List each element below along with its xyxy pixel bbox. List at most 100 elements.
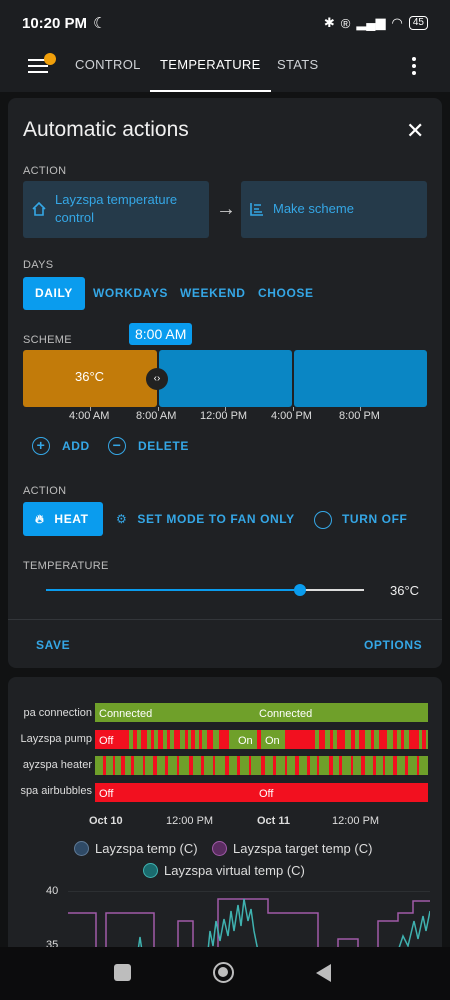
source-action-box[interactable]: Layzspa temperature control <box>23 181 209 238</box>
bluetooth-icon: ✱ <box>323 15 335 30</box>
legend-label: Layzspa target temp (C) <box>233 841 373 856</box>
delete-button[interactable]: − DELETE <box>108 437 189 455</box>
timeline-label: spa airbubbles <box>20 785 92 797</box>
timeline-text: Connected <box>99 708 152 720</box>
recents-icon[interactable] <box>114 964 131 981</box>
options-button[interactable]: OPTIONS <box>364 638 422 652</box>
state-segment <box>285 756 287 775</box>
day-workdays-button[interactable]: WORKDAYS <box>93 277 168 310</box>
state-segment <box>373 756 376 775</box>
state-segment <box>143 756 145 775</box>
target-action-box[interactable]: Make scheme <box>241 181 427 238</box>
state-segment <box>151 730 154 749</box>
state-segment <box>213 756 215 775</box>
y-tick: 40 <box>46 885 59 897</box>
scheme-block[interactable] <box>159 350 292 407</box>
state-segment <box>141 730 147 749</box>
state-segment <box>219 730 229 749</box>
slider-fill <box>46 589 301 591</box>
legend-label: Layzspa virtual temp (C) <box>164 863 305 878</box>
signal-icon: ▂▄▆ <box>356 15 386 30</box>
x-tick: Oct 10 <box>89 815 123 827</box>
state-segment <box>131 756 134 775</box>
close-icon[interactable]: ✕ <box>406 118 424 144</box>
mode-fan-label: SET MODE TO FAN ONLY <box>137 512 295 526</box>
state-segment <box>261 756 265 775</box>
state-segment <box>153 756 157 775</box>
state-segment <box>185 730 188 749</box>
mode-fan-button[interactable]: ⚙ SET MODE TO FAN ONLY <box>116 502 295 536</box>
slider-knob[interactable] <box>294 584 307 596</box>
resize-handle-icon[interactable]: ‹› <box>146 368 168 390</box>
state-segment <box>405 756 408 775</box>
days-label: DAYS <box>23 259 54 271</box>
x-tick: 12:00 PM <box>332 815 380 827</box>
android-nav-bar <box>0 947 450 1000</box>
state-segment <box>409 730 419 749</box>
legend-item[interactable]: Layzspa virtual temp (C) <box>143 863 305 878</box>
top-nav: CONTROL TEMPERATURE STATS <box>0 46 450 92</box>
minus-circle-icon: − <box>108 437 126 455</box>
scheme-block-selected[interactable]: 36°C <box>23 350 157 407</box>
legend-item[interactable]: Layzspa temp (C) <box>74 841 198 856</box>
state-segment <box>383 756 385 775</box>
day-weekend-button[interactable]: WEEKEND <box>180 277 246 310</box>
status-icons: ✱ ® ▂▄▆ ◠ 45 <box>324 15 428 31</box>
state-segment <box>393 756 397 775</box>
more-options-icon[interactable] <box>412 57 416 78</box>
state-segment <box>329 756 333 775</box>
state-segment <box>401 730 404 749</box>
add-button[interactable]: + ADD <box>32 437 90 455</box>
state-segment <box>317 756 319 775</box>
mode-off-button[interactable]: TURN OFF <box>314 502 407 536</box>
state-segment <box>351 756 353 775</box>
state-segment <box>177 756 179 775</box>
state-segment <box>339 756 342 775</box>
mode-action-label: ACTION <box>23 485 67 497</box>
state-segment <box>103 756 106 775</box>
x-tick: 12:00 PM <box>166 815 214 827</box>
day-choose-button[interactable]: CHOOSE <box>258 277 314 310</box>
action-label: ACTION <box>23 165 67 177</box>
mode-heat-button[interactable]: 🔥︎ HEAT <box>23 502 103 536</box>
state-segment <box>393 730 397 749</box>
state-segment <box>330 730 333 749</box>
state-segment <box>191 730 195 749</box>
tab-stats[interactable]: STATS <box>277 46 318 92</box>
arrow-right-icon: → <box>216 198 236 220</box>
state-segment <box>337 730 345 749</box>
state-segment <box>285 730 315 749</box>
legend-swatch <box>74 841 89 856</box>
scheme-tick: 12:00 PM <box>200 410 248 422</box>
state-segment <box>273 756 276 775</box>
state-segment <box>237 756 240 775</box>
scheme-tick: 4:00 AM <box>69 410 110 422</box>
tab-control[interactable]: CONTROL <box>75 46 141 92</box>
legend-swatch <box>143 863 158 878</box>
wifi-icon: ◠ <box>391 15 403 30</box>
state-segment <box>371 730 374 749</box>
state-segment <box>359 730 365 749</box>
temperature-slider[interactable] <box>46 584 364 596</box>
state-segment <box>165 756 168 775</box>
x-tick: Oct 11 <box>257 815 291 827</box>
virtual-temp-series <box>137 898 430 951</box>
day-daily-button[interactable]: DAILY <box>23 277 85 310</box>
back-icon[interactable] <box>316 964 331 982</box>
scheme-block-temp: 36°C <box>75 369 105 384</box>
registered-icon: ® <box>340 15 351 31</box>
state-segment <box>207 730 213 749</box>
state-segment <box>351 730 355 749</box>
timeline-text: Off <box>99 788 114 800</box>
scheme-block[interactable] <box>294 350 427 407</box>
state-segment <box>158 730 163 749</box>
home-icon[interactable] <box>213 962 234 983</box>
moon-icon: ☾ <box>93 15 107 32</box>
temperature-value: 36°C <box>390 583 420 598</box>
menu-icon[interactable] <box>28 53 56 75</box>
legend-item[interactable]: Layzspa target temp (C) <box>212 841 372 856</box>
tab-temperature[interactable]: TEMPERATURE <box>150 46 271 92</box>
save-button[interactable]: SAVE <box>36 638 70 652</box>
battery-icon: 45 <box>408 16 428 30</box>
source-action-text: Layzspa temperature control <box>55 192 178 225</box>
